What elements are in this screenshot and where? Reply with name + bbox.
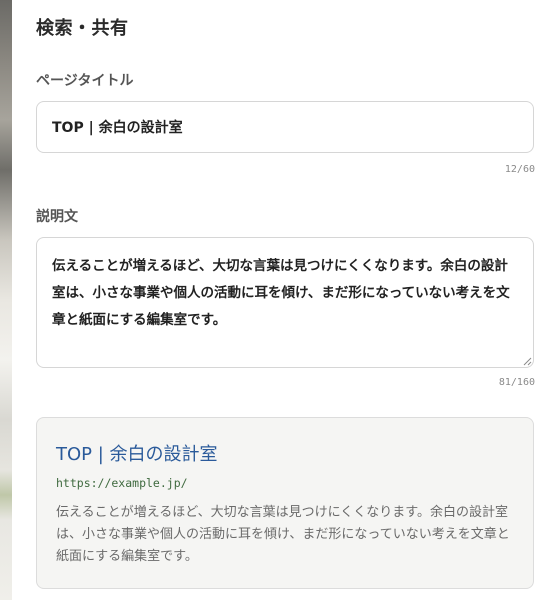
page-title-char-counter: 12/60 xyxy=(504,164,535,175)
resize-grip-icon[interactable] xyxy=(522,356,532,366)
preview-url: https://example.jp/ xyxy=(56,476,188,490)
stage: 検索・共有 ページタイトル 12/60 説明文 伝えることが増えるほど、大切な言… xyxy=(0,0,560,600)
description-textarea[interactable]: 伝えることが増えるほど、大切な言葉は見つけにくくなります。余白の設計室は、小さな… xyxy=(36,237,534,368)
panel-title: 検索・共有 xyxy=(36,18,129,39)
page-backdrop xyxy=(0,0,12,600)
preview-description: 伝えることが増えるほど、大切な言葉は見つけにくくなります。余白の設計室は、小さな… xyxy=(56,505,510,564)
description-char-counter: 81/160 xyxy=(498,377,535,388)
description-label: 説明文 xyxy=(36,209,78,225)
page-title-input[interactable] xyxy=(36,101,534,153)
search-result-preview: TOP | 余白の設計室 https://example.jp/ 伝えることが増… xyxy=(36,417,534,589)
seo-share-panel: 検索・共有 ページタイトル 12/60 説明文 伝えることが増えるほど、大切な言… xyxy=(12,0,560,600)
preview-title: TOP | 余白の設計室 xyxy=(56,444,218,465)
page-title-label: ページタイトル xyxy=(36,73,134,89)
